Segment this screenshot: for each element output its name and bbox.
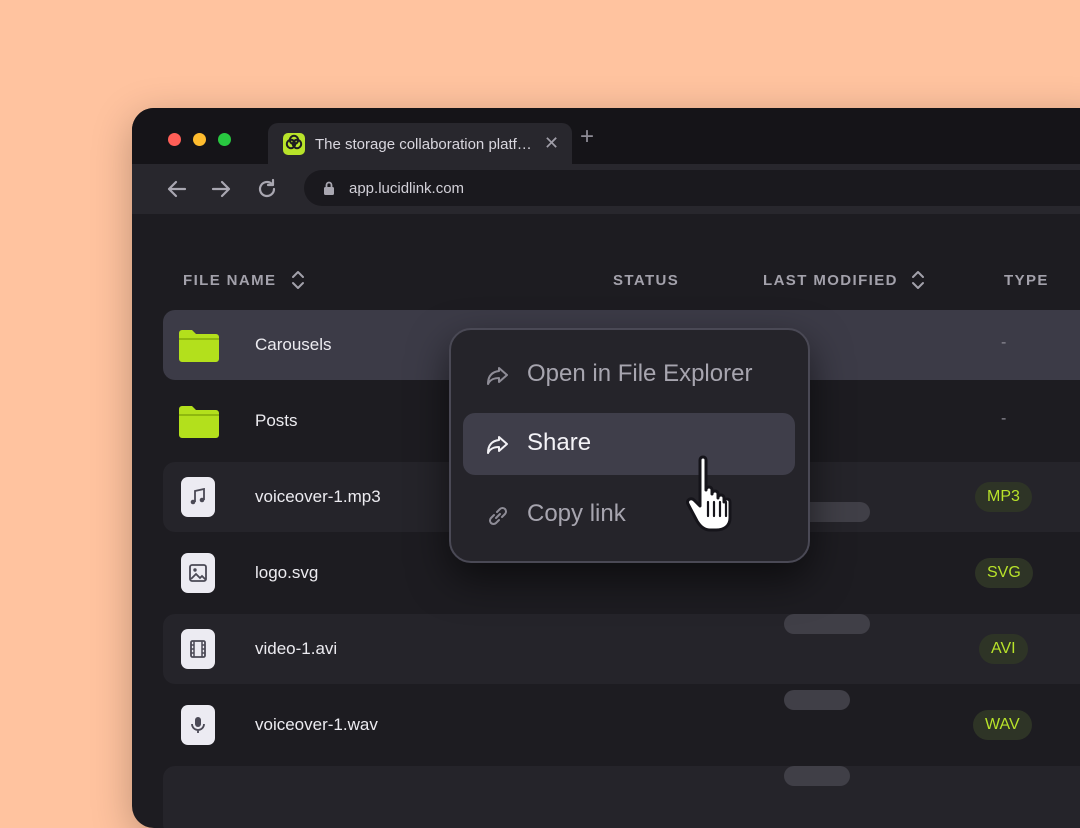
table-row[interactable]: video-1.avi AVI xyxy=(163,614,1080,684)
sort-icon[interactable] xyxy=(911,270,925,290)
new-tab-button[interactable]: + xyxy=(580,125,594,149)
sort-icon[interactable] xyxy=(291,270,305,290)
tab-close-icon[interactable]: ✕ xyxy=(544,133,559,154)
column-label-file-name: FILE NAME xyxy=(183,272,277,289)
table-row[interactable] xyxy=(163,766,1080,828)
file-icon xyxy=(181,629,215,669)
menu-item-label: Share xyxy=(527,429,592,456)
status-placeholder-bar xyxy=(784,766,850,786)
lucidlink-favicon-icon xyxy=(283,133,305,155)
microphone-icon xyxy=(191,717,205,733)
column-label-last-modified: LAST MODIFIED xyxy=(763,272,898,289)
file-icon xyxy=(181,553,215,593)
file-type-badge: MP3 xyxy=(975,482,1032,512)
table-row[interactable]: voiceover-1.wav WAV xyxy=(163,690,1080,760)
url-text: app.lucidlink.com xyxy=(349,180,465,197)
share-arrow-icon xyxy=(487,367,508,385)
menu-item-label: Open in File Explorer xyxy=(527,360,753,387)
file-type-badge: SVG xyxy=(975,558,1033,588)
tab-title: The storage collaboration platf… xyxy=(315,136,532,153)
file-name: Carousels xyxy=(255,335,332,354)
file-name: voiceover-1.mp3 xyxy=(255,487,381,506)
file-type: - xyxy=(1001,410,1007,427)
lock-icon xyxy=(324,181,334,195)
column-label-status: STATUS xyxy=(613,272,680,289)
menu-item-open-in-file-explorer[interactable]: Open in File Explorer xyxy=(463,344,795,406)
back-arrow-icon[interactable] xyxy=(164,176,190,202)
file-type-badge: WAV xyxy=(973,710,1032,740)
file-name: logo.svg xyxy=(255,563,319,582)
file-name: video-1.avi xyxy=(255,639,338,658)
column-label-type: TYPE xyxy=(1004,272,1049,289)
film-icon xyxy=(190,640,206,658)
title-bar: The storage collaboration platf… ✕ + xyxy=(132,108,1080,164)
file-icon xyxy=(181,477,215,517)
status-placeholder-bar xyxy=(784,690,850,710)
minimize-window-button[interactable] xyxy=(193,133,206,146)
context-menu: Open in File Explorer Share Copy link xyxy=(449,328,810,563)
folder-icon xyxy=(179,330,219,362)
menu-item-label: Copy link xyxy=(527,500,626,527)
browser-toolbar: app.lucidlink.com xyxy=(132,164,1080,214)
maximize-window-button[interactable] xyxy=(218,133,231,146)
forward-arrow-icon[interactable] xyxy=(208,176,234,202)
share-arrow-icon xyxy=(487,436,508,454)
file-type-badge: AVI xyxy=(979,634,1028,664)
address-bar[interactable]: app.lucidlink.com xyxy=(304,170,1080,206)
music-note-icon xyxy=(190,488,205,505)
browser-tab[interactable]: The storage collaboration platf… ✕ xyxy=(268,123,572,164)
column-header-status[interactable]: STATUS xyxy=(613,272,679,289)
close-window-button[interactable] xyxy=(168,133,181,146)
hand-pointer-cursor-icon xyxy=(686,455,732,532)
file-type: - xyxy=(1001,334,1007,351)
link-icon xyxy=(488,506,508,526)
status-placeholder-bar xyxy=(784,614,870,634)
column-header-type[interactable]: TYPE xyxy=(1004,272,1049,289)
file-icon xyxy=(181,705,215,745)
folder-icon xyxy=(179,406,219,438)
column-header-last-modified[interactable]: LAST MODIFIED xyxy=(763,271,924,289)
reload-icon[interactable] xyxy=(254,176,280,202)
image-icon xyxy=(189,564,207,582)
file-name: Posts xyxy=(255,411,298,430)
file-name: voiceover-1.wav xyxy=(255,715,378,734)
column-header-file-name[interactable]: FILE NAME xyxy=(183,271,304,289)
